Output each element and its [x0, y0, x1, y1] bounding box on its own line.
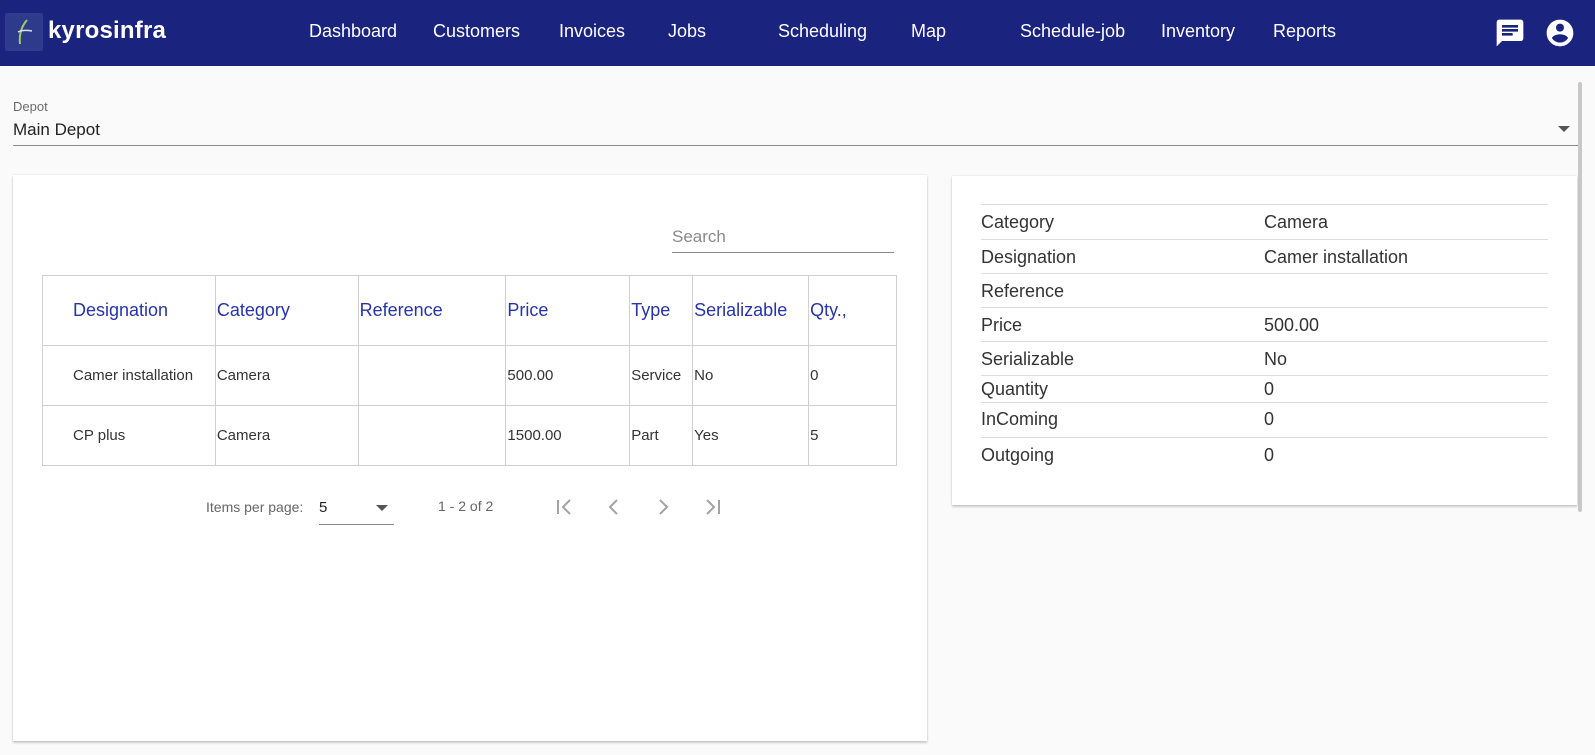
table-row[interactable]: CP plus Camera 1500.00 Part Yes 5: [42, 405, 897, 466]
cell-serializable: No: [692, 345, 810, 406]
detail-value: 0: [1264, 445, 1275, 465]
nav-map[interactable]: Map: [911, 21, 946, 42]
page-range-label: 1 - 2 of 2: [438, 498, 494, 514]
last-page-icon[interactable]: [697, 491, 729, 523]
items-table: Designation Category Reference Price Typ…: [42, 275, 897, 466]
cell-reference: [357, 345, 507, 406]
item-details-list: Category Camera Designation Camer instal…: [981, 204, 1548, 472]
previous-page-icon[interactable]: [598, 491, 630, 523]
detail-label: Reference: [981, 281, 1065, 301]
cell-price: 500.00: [505, 345, 631, 406]
col-qty[interactable]: Qty.,: [808, 275, 897, 346]
detail-value: Camera: [1264, 212, 1329, 232]
cell-designation: CP plus: [42, 405, 216, 466]
cell-qty: 0: [808, 345, 897, 406]
cell-category: Camera: [214, 405, 359, 466]
cell-serializable: Yes: [692, 405, 810, 466]
depot-label: Depot: [13, 99, 48, 114]
col-serializable[interactable]: Serializable: [692, 275, 810, 346]
nav-reports[interactable]: Reports: [1273, 21, 1336, 42]
chevron-down-icon: [1558, 126, 1570, 132]
table-header-row: Designation Category Reference Price Typ…: [42, 275, 897, 346]
items-card: Designation Category Reference Price Typ…: [13, 175, 927, 741]
col-price[interactable]: Price: [505, 275, 631, 346]
col-designation[interactable]: Designation: [42, 275, 216, 346]
cell-category: Camera: [214, 345, 359, 406]
cell-qty: 5: [808, 405, 897, 466]
next-page-icon[interactable]: [647, 491, 679, 523]
detail-value: 0: [1264, 379, 1275, 399]
first-page-icon[interactable]: [548, 491, 580, 523]
detail-label: InComing: [981, 409, 1059, 429]
col-type[interactable]: Type: [629, 275, 694, 346]
detail-row-category: Category Camera: [981, 205, 1548, 240]
cell-designation: Camer installation: [42, 345, 216, 406]
detail-label: Serializable: [981, 349, 1075, 369]
cell-reference: [357, 405, 507, 466]
nav-invoices[interactable]: Invoices: [559, 21, 625, 42]
logo-icon[interactable]: [5, 13, 43, 51]
search-field[interactable]: [672, 215, 894, 253]
detail-row-reference: Reference: [981, 274, 1548, 308]
detail-row-serializable: Serializable No: [981, 342, 1548, 376]
depot-select[interactable]: Depot Main Depot: [13, 96, 1578, 146]
detail-value: 0: [1264, 409, 1275, 429]
paginator: Items per page: 5 1 - 2 of 2: [13, 489, 927, 525]
depot-value: Main Depot: [13, 120, 100, 139]
col-category[interactable]: Category: [214, 275, 359, 346]
brand-name[interactable]: kyrosinfra: [48, 17, 166, 45]
detail-row-outgoing: Outgoing 0: [981, 438, 1548, 472]
detail-value: Camer installation: [1264, 247, 1409, 267]
detail-value: No: [1264, 349, 1288, 369]
detail-label: Category: [981, 212, 1055, 232]
detail-label: Designation: [981, 247, 1077, 267]
top-navbar: kyrosinfra Dashboard Customers Invoices …: [0, 0, 1595, 66]
detail-row-quantity: Quantity 0: [981, 376, 1548, 403]
detail-label: Quantity: [981, 379, 1049, 399]
items-per-page-value: 5: [319, 499, 328, 516]
nav-jobs[interactable]: Jobs: [668, 21, 706, 42]
nav-inventory[interactable]: Inventory: [1161, 21, 1235, 42]
nav-schedule-job[interactable]: Schedule-job: [1020, 21, 1125, 42]
items-per-page-select[interactable]: 5: [319, 495, 394, 525]
cell-type: Part: [629, 405, 694, 466]
nav-customers[interactable]: Customers: [433, 21, 520, 42]
items-per-page-label: Items per page:: [206, 499, 304, 515]
detail-row-designation: Designation Camer installation: [981, 240, 1548, 274]
detail-label: Price: [981, 315, 1023, 335]
account-circle-icon[interactable]: [1544, 17, 1576, 49]
cell-type: Service: [629, 345, 694, 406]
chat-icon[interactable]: [1494, 17, 1526, 49]
detail-value: 500.00: [1264, 315, 1320, 335]
chevron-down-icon: [376, 505, 388, 511]
detail-label: Outgoing: [981, 445, 1055, 465]
item-details-card: Category Camera Designation Camer instal…: [952, 176, 1577, 505]
page-scrollbar[interactable]: [1578, 82, 1582, 512]
cell-price: 1500.00: [505, 405, 631, 466]
col-reference[interactable]: Reference: [357, 275, 507, 346]
nav-scheduling[interactable]: Scheduling: [778, 21, 867, 42]
detail-row-price: Price 500.00: [981, 308, 1548, 342]
nav-dashboard[interactable]: Dashboard: [309, 21, 397, 42]
search-input[interactable]: [672, 225, 892, 249]
detail-row-incoming: InComing 0: [981, 403, 1548, 438]
table-row[interactable]: Camer installation Camera 500.00 Service…: [42, 345, 897, 406]
